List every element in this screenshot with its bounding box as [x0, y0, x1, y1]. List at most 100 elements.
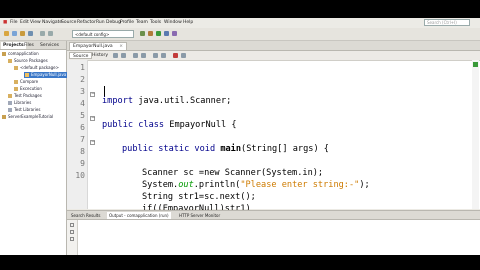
menu-view[interactable]: View: [30, 20, 41, 25]
tab-search-results[interactable]: Search Results: [69, 212, 102, 219]
editor-tab[interactable]: EmpayorNull.java ×: [69, 42, 127, 50]
tab-output[interactable]: Output - comapplication (run): [107, 212, 171, 219]
letterbox-bottom: [0, 255, 480, 270]
forward-icon[interactable]: [121, 53, 126, 58]
line-number: 4: [80, 99, 85, 108]
folder-icon: [8, 58, 12, 63]
project-icon: [2, 114, 6, 119]
code-line[interactable]: String str1=sc.next();: [142, 191, 256, 203]
line-number: 10: [75, 171, 85, 180]
line-number: 8: [80, 147, 85, 156]
profile-icon[interactable]: [172, 31, 177, 36]
clean-build-icon[interactable]: [148, 31, 153, 36]
library-icon: [8, 107, 12, 112]
letterbox-top: [0, 0, 480, 18]
code-editor: EmpayorNull.java × Source History 1 2 3 4…: [67, 41, 480, 214]
save-all-icon[interactable]: [28, 31, 33, 36]
tab-files[interactable]: Files: [22, 42, 36, 49]
panel-tabs: Projects Files Services: [0, 41, 66, 50]
open-project-icon[interactable]: [20, 31, 25, 36]
status-ok-icon: [473, 62, 478, 67]
library-icon: [8, 100, 12, 105]
tree-item[interactable]: Libraries: [8, 100, 31, 106]
tree-item[interactable]: Test Libraries: [8, 107, 40, 113]
tree-item[interactable]: Test Packages: [8, 93, 42, 99]
stop-icon[interactable]: [70, 230, 74, 234]
project-icon: [2, 51, 6, 56]
tree-item[interactable]: comapplication: [2, 51, 39, 57]
close-icon[interactable]: ×: [119, 43, 123, 51]
line-gutter: 1 2 3 4 5 6 7 8 9 10: [67, 60, 88, 209]
new-file-icon[interactable]: [12, 31, 17, 36]
menu-source[interactable]: Source: [61, 20, 76, 25]
code-line[interactable]: System.out.println("Please enter string:…: [142, 179, 370, 191]
menu-edit[interactable]: Edit: [20, 20, 29, 25]
history-button[interactable]: History: [89, 52, 111, 59]
menu-debug[interactable]: Debug: [106, 20, 121, 25]
code-line[interactable]: public class EmpayorNull {: [102, 119, 237, 131]
java-file-icon: [25, 72, 29, 77]
code-line[interactable]: import java.util.Scanner;: [102, 95, 231, 107]
menu-window[interactable]: Window: [164, 20, 182, 25]
comment-icon[interactable]: [181, 53, 186, 58]
find-icon[interactable]: [133, 53, 138, 58]
search-input[interactable]: Search (Ctrl+I): [424, 19, 470, 26]
menu-refactor[interactable]: Refactor: [77, 20, 96, 25]
tree-item[interactable]: Compare: [14, 79, 38, 85]
error-stripe: [472, 60, 479, 209]
output-panel: Search Results Output - comapplication (…: [67, 210, 480, 255]
output-side-toolbar: [67, 220, 78, 255]
menu-bar: ■ File Edit View Navigate Source Refacto…: [0, 18, 480, 28]
projects-panel: Projects Files Services comapplication S…: [0, 41, 68, 255]
record-macro-icon[interactable]: [173, 53, 178, 58]
netbeans-window: ■ File Edit View Navigate Source Refacto…: [0, 18, 480, 255]
tree-item[interactable]: <default package>: [14, 65, 59, 71]
run-icon[interactable]: [156, 31, 161, 36]
tab-http-monitor[interactable]: HTTP Server Monitor: [177, 212, 222, 219]
menu-help[interactable]: Help: [183, 20, 193, 25]
line-number: 1: [80, 63, 85, 72]
editor-toolbar: Source History: [67, 51, 480, 61]
menu-tools[interactable]: Tools: [150, 20, 161, 25]
menu-file[interactable]: File: [10, 20, 18, 25]
app-icon: ■: [3, 20, 8, 25]
fold-toggle-icon[interactable]: −: [90, 92, 95, 97]
build-icon[interactable]: [140, 31, 145, 36]
tree-item[interactable]: Excecution: [14, 86, 42, 92]
line-number: 5: [80, 111, 85, 120]
new-project-icon[interactable]: [4, 31, 9, 36]
tab-services[interactable]: Services: [38, 42, 61, 49]
package-icon: [14, 79, 18, 84]
redo-icon[interactable]: [48, 31, 53, 36]
menu-team[interactable]: Team: [136, 20, 148, 25]
line-number: 9: [80, 159, 85, 168]
bookmark-icon[interactable]: [141, 53, 146, 58]
clear-icon[interactable]: [70, 237, 74, 241]
menu-navigate[interactable]: Navigate: [42, 20, 62, 25]
undo-icon[interactable]: [40, 31, 45, 36]
package-icon: [14, 86, 18, 91]
output-tabs: Search Results Output - comapplication (…: [67, 211, 480, 220]
code-line[interactable]: public static void main(String[] args) {: [122, 143, 329, 155]
menu-run[interactable]: Run: [96, 20, 105, 25]
line-number: 3: [80, 87, 85, 96]
tree-item[interactable]: ServerExampleTutorial: [2, 114, 53, 120]
debug-icon[interactable]: [164, 31, 169, 36]
menu-profile[interactable]: Profile: [120, 20, 134, 25]
tree-item[interactable]: Source Packages: [8, 58, 48, 64]
shift-right-icon[interactable]: [161, 53, 166, 58]
config-select[interactable]: <default config>: [72, 30, 134, 38]
editor-tabs: EmpayorNull.java ×: [67, 41, 480, 51]
tree-item-selected[interactable]: EmpayorNull.java: [24, 72, 68, 78]
folder-icon: [8, 93, 12, 98]
fold-toggle-icon[interactable]: −: [90, 140, 95, 145]
fold-toggle-icon[interactable]: −: [90, 116, 95, 121]
main-toolbar: <default config>: [0, 28, 480, 41]
rerun-icon[interactable]: [70, 223, 74, 227]
line-number: 7: [80, 135, 85, 144]
line-number: 6: [80, 123, 85, 132]
shift-left-icon[interactable]: [153, 53, 158, 58]
code-line[interactable]: Scanner sc =new Scanner(System.in);: [142, 167, 323, 179]
back-icon[interactable]: [113, 53, 118, 58]
package-icon: [14, 65, 18, 70]
